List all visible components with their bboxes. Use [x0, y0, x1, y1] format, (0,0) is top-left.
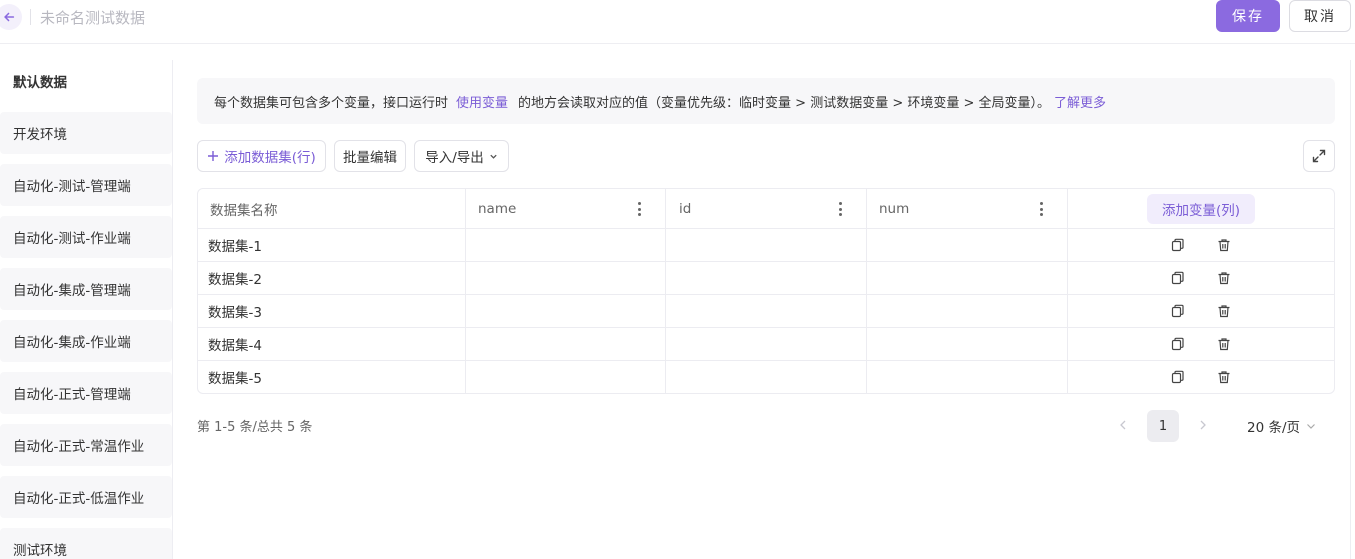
- info-text: 每个数据集可包含多个变量，接口运行时: [214, 95, 449, 111]
- import-export-dropdown[interactable]: 导入/导出: [414, 140, 509, 172]
- table-row: 数据集-4: [198, 328, 1334, 361]
- use-variable-link[interactable]: 使用变量: [456, 92, 508, 111]
- dataset-name-cell[interactable]: 数据集-1: [208, 229, 262, 261]
- page-header: 未命名测试数据 保存 取消: [0, 0, 1355, 44]
- trash-icon[interactable]: [1216, 237, 1232, 253]
- dataset-name-cell[interactable]: 数据集-3: [208, 295, 262, 327]
- import-export-label: 导入/导出: [425, 150, 484, 166]
- page-title[interactable]: 未命名测试数据: [40, 7, 145, 28]
- page-size-select[interactable]: 20 条/页: [1247, 416, 1316, 436]
- sidebar-item-auto-prod-admin[interactable]: 自动化-正式-管理端: [0, 372, 172, 414]
- sidebar-item-auto-prod-cold[interactable]: 自动化-正式-低温作业: [0, 476, 172, 518]
- add-variable-button[interactable]: 添加变量(列): [1147, 194, 1255, 224]
- info-text-rest: 的地方会读取对应的值（变量优先级：临时变量 > 测试数据变量 > 环境变量 > …: [518, 95, 1051, 111]
- chevron-down-icon: [490, 154, 497, 159]
- add-dataset-label: 添加数据集(行): [224, 150, 316, 166]
- chevron-down-icon: [1307, 424, 1315, 429]
- cancel-button[interactable]: 取消: [1289, 0, 1351, 32]
- more-vertical-icon[interactable]: [1036, 202, 1046, 216]
- chevron-right-icon[interactable]: [1196, 416, 1210, 434]
- sidebar-divider: [172, 60, 173, 559]
- table-row: 数据集-1: [198, 229, 1334, 262]
- plus-icon: [208, 151, 219, 161]
- dataset-table: 数据集名称 name id num 添加变量(列) 数据集-1 数据集-2 数据…: [197, 188, 1335, 394]
- table-row: 数据集-2: [198, 262, 1334, 295]
- more-vertical-icon[interactable]: [634, 202, 644, 216]
- copy-icon[interactable]: [1170, 237, 1186, 253]
- sidebar-item-dev-env[interactable]: 开发环境: [0, 112, 172, 154]
- trash-icon[interactable]: [1216, 270, 1232, 286]
- dataset-group-sidebar: 默认数据 开发环境 自动化-测试-管理端 自动化-测试-作业端 自动化-集成-管…: [0, 60, 173, 559]
- expand-icon: [1312, 149, 1326, 163]
- sidebar-item-auto-prod-ambient[interactable]: 自动化-正式-常温作业: [0, 424, 172, 466]
- back-button[interactable]: [0, 4, 22, 30]
- dataset-name-cell[interactable]: 数据集-4: [208, 328, 262, 360]
- copy-icon[interactable]: [1170, 336, 1186, 352]
- copy-icon[interactable]: [1170, 303, 1186, 319]
- trash-icon[interactable]: [1216, 303, 1232, 319]
- pagination-total: 第 1-5 条/总共 5 条: [197, 420, 313, 435]
- copy-icon[interactable]: [1170, 369, 1186, 385]
- copy-icon[interactable]: [1170, 270, 1186, 286]
- chevron-left-icon[interactable]: [1116, 416, 1130, 434]
- column-header-dataset-name: 数据集名称: [210, 203, 278, 219]
- batch-edit-button[interactable]: 批量编辑: [334, 140, 406, 172]
- header-divider: [30, 9, 31, 25]
- dataset-name-cell[interactable]: 数据集-5: [208, 361, 262, 393]
- save-button[interactable]: 保存: [1216, 0, 1280, 32]
- pagination-current-page[interactable]: 1: [1147, 410, 1179, 442]
- sidebar-item-auto-test-operator[interactable]: 自动化-测试-作业端: [0, 216, 172, 258]
- table-header: 数据集名称 name id num 添加变量(列): [198, 189, 1334, 229]
- sidebar-item-auto-test-admin[interactable]: 自动化-测试-管理端: [0, 164, 172, 206]
- sidebar-item-auto-integration-admin[interactable]: 自动化-集成-管理端: [0, 268, 172, 310]
- main-panel-border: [1350, 60, 1351, 559]
- fullscreen-button[interactable]: [1303, 140, 1335, 172]
- arrow-left-icon: [4, 12, 15, 22]
- more-vertical-icon[interactable]: [835, 202, 845, 216]
- info-banner: 每个数据集可包含多个变量，接口运行时 使用变量 的地方会读取对应的值（变量优先级…: [197, 78, 1335, 124]
- learn-more-link[interactable]: 了解更多: [1054, 92, 1106, 111]
- table-row: 数据集-5: [198, 361, 1334, 393]
- trash-icon[interactable]: [1216, 336, 1232, 352]
- sidebar-item-auto-integration-operator[interactable]: 自动化-集成-作业端: [0, 320, 172, 362]
- sidebar-item-test-env[interactable]: 测试环境: [0, 528, 172, 559]
- trash-icon[interactable]: [1216, 369, 1232, 385]
- dataset-name-cell[interactable]: 数据集-2: [208, 262, 262, 294]
- column-header-num: num: [879, 201, 910, 217]
- column-header-name: name: [478, 201, 517, 217]
- table-row: 数据集-3: [198, 295, 1334, 328]
- sidebar-item-default-data[interactable]: 默认数据: [0, 60, 172, 102]
- column-header-id: id: [679, 201, 692, 217]
- add-dataset-button[interactable]: 添加数据集(行): [197, 140, 326, 172]
- page-size-value: 20 条/页: [1247, 420, 1301, 436]
